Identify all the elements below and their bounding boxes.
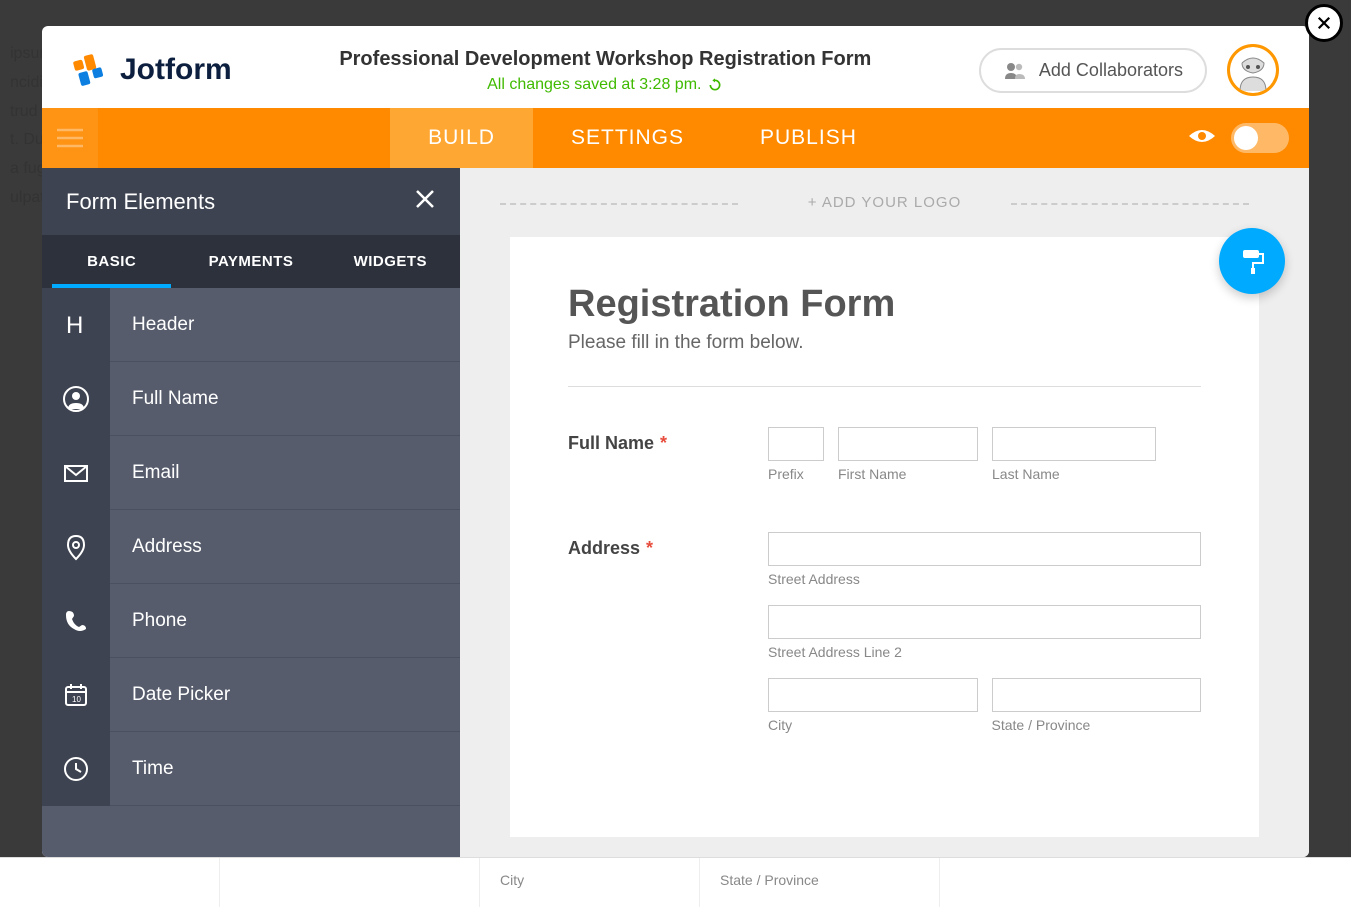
avatar-icon [1230,47,1276,93]
preview-button[interactable] [1187,126,1217,151]
element-time[interactable]: Time [42,732,460,806]
sidebar-tab-widgets[interactable]: WIDGETS [321,235,460,288]
tab-publish[interactable]: PUBLISH [722,108,895,168]
address-label: Address* [568,532,768,733]
eye-icon [1187,126,1217,146]
firstname-sublabel: First Name [838,466,978,482]
element-header[interactable]: H Header [42,288,460,362]
sidebar-tabs: BASIC PAYMENTS WIDGETS [42,235,460,288]
street2-input[interactable] [768,605,1201,639]
field-address[interactable]: Address* Street Address Street Address L… [568,532,1201,733]
jotform-logo-icon [72,51,110,89]
element-address[interactable]: Address [42,510,460,584]
close-icon [1315,14,1333,32]
email-icon [42,436,110,510]
prefix-sublabel: Prefix [768,466,824,482]
city-sublabel: City [768,717,978,733]
clock-icon [42,732,110,806]
header-icon: H [42,288,110,362]
prefix-input[interactable] [768,427,824,461]
form-subheading[interactable]: Please fill in the form below. [568,332,1201,354]
element-fullname[interactable]: Full Name [42,362,460,436]
sidebar-header: Form Elements [42,168,460,235]
form-divider [568,386,1201,387]
sidebar-tab-payments[interactable]: PAYMENTS [181,235,320,288]
tab-build[interactable]: BUILD [390,108,533,168]
sidebar-close-button[interactable] [414,186,436,217]
add-logo-dropzone[interactable]: + ADD YOUR LOGO [460,168,1309,237]
form-canvas: + ADD YOUR LOGO Registration Form Please… [460,168,1309,857]
firstname-input[interactable] [838,427,978,461]
preview-toggle[interactable] [1231,123,1289,153]
sidebar-tab-basic[interactable]: BASIC [42,235,181,288]
undo-icon[interactable] [707,77,723,93]
city-input[interactable] [768,678,978,712]
form-elements-sidebar: Form Elements BASIC PAYMENTS WIDGETS H H… [42,168,460,857]
street2-sublabel: Street Address Line 2 [768,644,1201,660]
element-email[interactable]: Email [42,436,460,510]
form-builder-modal: Jotform Professional Development Worksho… [42,26,1309,857]
street1-input[interactable] [768,532,1201,566]
form-heading[interactable]: Registration Form [568,283,1201,326]
user-icon [42,362,110,436]
fullname-label: Full Name* [568,427,768,482]
svg-text:H: H [66,312,83,339]
paintroller-icon [1237,246,1267,276]
element-list: H Header Full Name Email Address P [42,288,460,857]
field-fullname[interactable]: Full Name* Prefix First Name [568,427,1201,482]
sidebar-title: Form Elements [66,189,215,215]
save-status: All changes saved at 3:28 pm. [487,76,723,94]
nav-tabs: BUILD SETTINGS PUBLISH [98,108,1187,168]
app-header: Jotform Professional Development Worksho… [42,26,1309,108]
menu-icon [57,128,83,148]
street1-sublabel: Street Address [768,571,1201,587]
lastname-input[interactable] [992,427,1156,461]
form-designer-button[interactable] [1219,228,1285,294]
user-avatar[interactable] [1227,44,1279,96]
modal-close-button[interactable] [1305,4,1343,42]
calendar-icon: 10 [42,658,110,732]
pin-icon [42,510,110,584]
state-sublabel: State / Province [992,717,1202,733]
close-icon [414,188,436,210]
tab-settings[interactable]: SETTINGS [533,108,722,168]
collaborators-icon [1003,61,1027,79]
lastname-sublabel: Last Name [992,466,1156,482]
form-preview: Registration Form Please fill in the for… [510,237,1259,837]
form-title-block: Professional Development Workshop Regist… [252,46,959,94]
form-name[interactable]: Professional Development Workshop Regist… [252,46,959,72]
nav-hamburger[interactable] [42,108,98,168]
main-nav: BUILD SETTINGS PUBLISH [42,108,1309,168]
phone-icon [42,584,110,658]
element-datepicker[interactable]: 10 Date Picker [42,658,460,732]
background-address-row: City State / Province [0,857,1351,907]
brand-name: Jotform [120,53,232,87]
svg-text:10: 10 [72,695,81,704]
add-collaborators-button[interactable]: Add Collaborators [979,48,1207,93]
state-input[interactable] [992,678,1202,712]
app-logo[interactable]: Jotform [72,51,232,89]
element-phone[interactable]: Phone [42,584,460,658]
